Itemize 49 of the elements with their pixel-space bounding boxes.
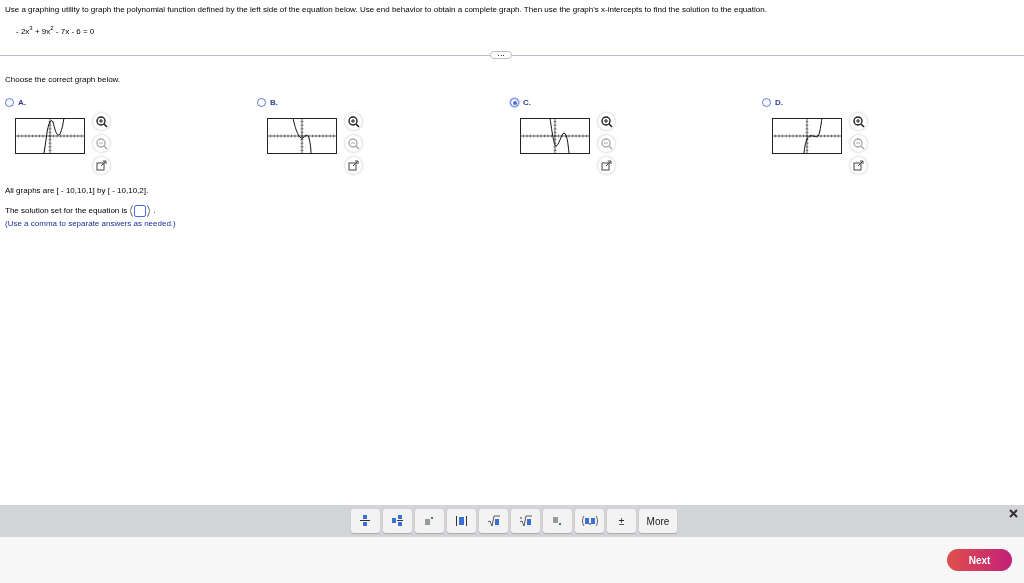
radio-button[interactable] [762,98,771,107]
option-label: B. [270,98,278,107]
solution-text: The solution set for the equation is [5,206,128,216]
equation-text: - 2x$^{3}$ + 9x$^{2}$ - 7x - 6 = 0 [16,27,95,37]
interval-button[interactable] [575,509,604,533]
open-external-button[interactable] [93,157,110,174]
zoom-in-button[interactable] [850,113,867,130]
nth-root-icon [519,515,532,527]
left-brace-icon [130,205,134,217]
option-label: C. [523,98,531,107]
zoom-out-button[interactable] [93,135,110,152]
zoom-in-button[interactable] [598,113,615,130]
close-button[interactable] [1009,509,1018,518]
subscript-icon [551,515,564,527]
mixed-number-icon [391,515,404,527]
answer-field[interactable] [134,205,147,217]
mixed-number-button[interactable] [383,509,412,533]
exponent-icon [423,515,436,527]
open-external-button[interactable] [598,157,615,174]
open-external-button[interactable] [345,157,362,174]
window-note-text: All graphs are [ - 10,10,1] by [ - 10,10,2]. [5,186,149,196]
more-button[interactable]: More [639,509,677,533]
fraction-button[interactable] [351,509,380,533]
option-label: D. [775,98,783,107]
plus-minus-button[interactable]: ± [607,509,636,533]
fraction-icon [359,515,372,527]
instructions-text: Use a graphing utility to graph the polynomial function defined by the left side of the equation below. Use end behavior to obtain a complete graph. Then use the graph's x-intercepts to find the solution to the equation. [5,5,768,15]
open-external-button[interactable] [850,157,867,174]
subscript-button[interactable] [543,509,572,533]
radio-button[interactable] [257,98,266,107]
absolute-value-icon [455,515,468,527]
right-brace-icon [147,205,151,217]
radio-button[interactable] [510,98,519,107]
radio-button[interactable] [5,98,14,107]
square-root-icon [487,515,500,527]
zoom-in-button[interactable] [93,113,110,130]
prompt-text: Choose the correct graph below. [5,75,121,85]
square-root-button[interactable] [479,509,508,533]
period-text: . [153,206,156,216]
absolute-value-button[interactable] [447,509,476,533]
option-label: A. [18,98,26,107]
zoom-out-button[interactable] [850,135,867,152]
zoom-in-button[interactable] [345,113,362,130]
interval-icon [581,515,598,527]
nth-root-button[interactable] [511,509,540,533]
zoom-out-button[interactable] [345,135,362,152]
zoom-out-button[interactable] [598,135,615,152]
next-button[interactable]: Next [947,549,1012,571]
hint-text: (Use a comma to separate answers as needed.) [5,219,176,229]
